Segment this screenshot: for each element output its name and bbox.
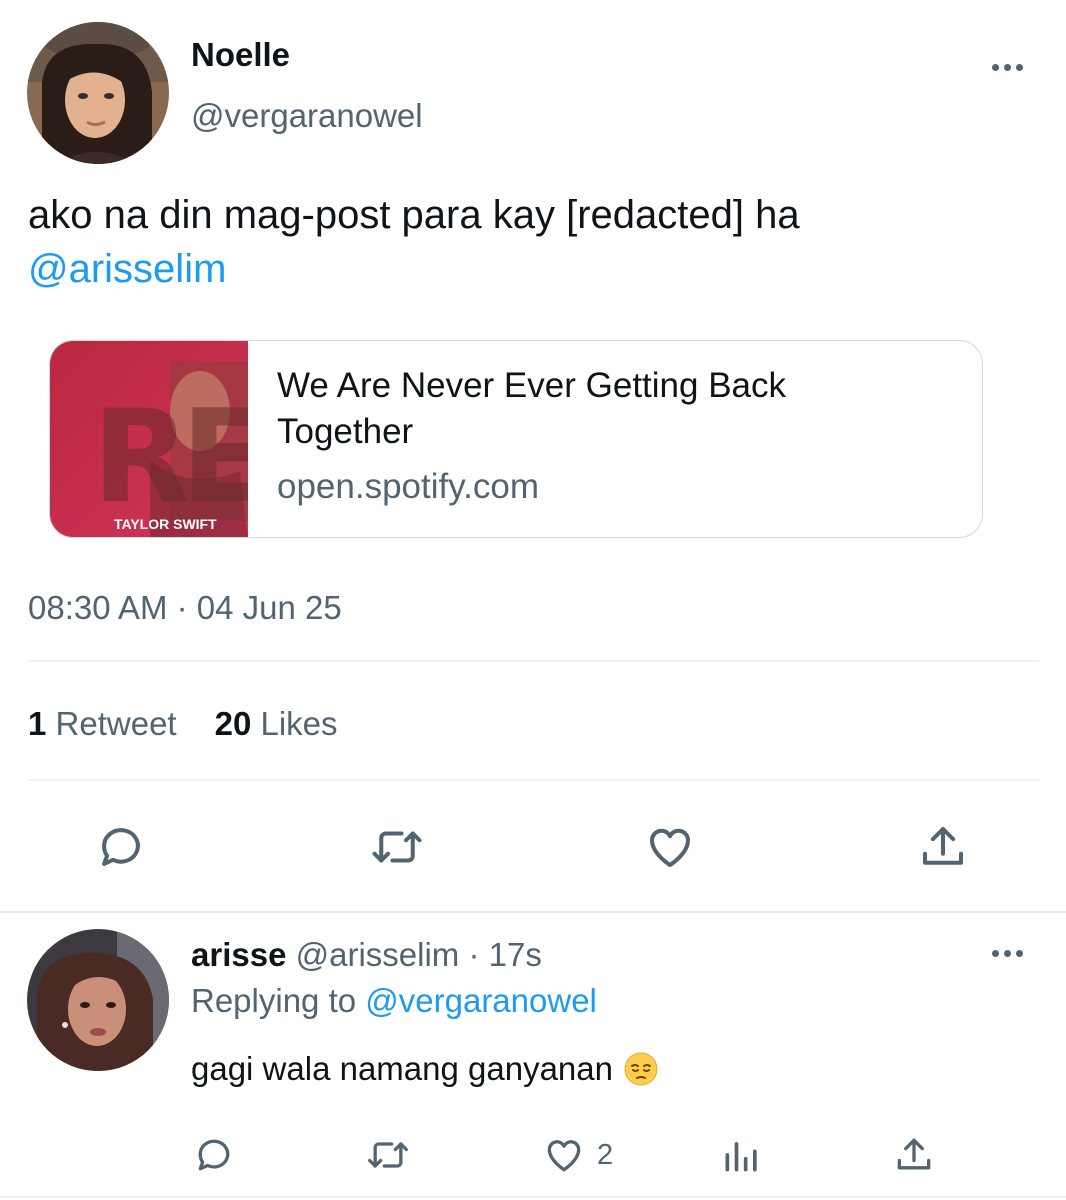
replying-to-handle[interactable]: @vergaranowel bbox=[365, 982, 597, 1019]
reply-text: gagi wala namang ganyanan bbox=[191, 1047, 659, 1091]
share-icon[interactable] bbox=[916, 820, 970, 874]
retweet-count: 1 bbox=[28, 705, 47, 742]
album-title-text: RED bbox=[92, 383, 248, 532]
tweet-mention-link[interactable]: @arisselim bbox=[28, 247, 226, 291]
like-stat[interactable]: 20 Likes bbox=[215, 702, 338, 746]
divider bbox=[0, 911, 1066, 913]
reply-time: · 17s bbox=[459, 936, 542, 973]
replying-to-label: Replying to bbox=[191, 982, 366, 1019]
reply-header: arisse @arisselim · 17s bbox=[191, 934, 542, 976]
link-card-domain: open.spotify.com bbox=[277, 467, 539, 506]
tweet-text: ako na din mag-post para kay [redacted] … bbox=[28, 188, 1038, 296]
dot bbox=[992, 950, 999, 957]
reply-author-avatar[interactable] bbox=[27, 929, 169, 1071]
divider bbox=[27, 779, 1039, 781]
dot bbox=[1016, 950, 1023, 957]
author-handle[interactable]: @vergaranowel bbox=[191, 96, 423, 136]
author-avatar[interactable] bbox=[27, 22, 169, 164]
reply-like-count: 2 bbox=[597, 1138, 614, 1171]
like-icon[interactable] bbox=[642, 820, 698, 874]
dot bbox=[992, 64, 999, 71]
reply-icon[interactable] bbox=[94, 820, 148, 874]
dot bbox=[1004, 64, 1011, 71]
pensive-face-emoji bbox=[624, 1052, 658, 1086]
divider bbox=[27, 660, 1039, 662]
engagement-stats: 1 Retweet 20 Likes bbox=[28, 702, 338, 746]
reply-more-options-icon[interactable] bbox=[992, 950, 1023, 957]
reply-reply-icon[interactable] bbox=[192, 1133, 236, 1177]
like-count: 20 bbox=[214, 705, 252, 742]
like-icon bbox=[547, 1140, 581, 1172]
link-card-title: We Are Never Ever Getting Back Together bbox=[277, 366, 787, 451]
album-thumbnail: RED TAYLOR SWIFT bbox=[50, 341, 368, 537]
retweet-icon[interactable] bbox=[367, 820, 427, 874]
link-card[interactable]: RED TAYLOR SWIFT We Are Never Ever Getti… bbox=[49, 340, 983, 538]
replying-to: Replying to @vergaranowel bbox=[191, 980, 597, 1022]
tweet-timestamp[interactable]: 08:30 AM · 04 Jun 25 bbox=[28, 587, 342, 629]
dot bbox=[1016, 64, 1023, 71]
retweet-stat[interactable]: 1 Retweet bbox=[28, 702, 177, 746]
dot bbox=[1004, 950, 1011, 957]
like-label: Likes bbox=[260, 705, 338, 742]
reply-author-handle[interactable]: @arisselim bbox=[296, 936, 460, 973]
album-artist-text: TAYLOR SWIFT bbox=[114, 516, 217, 532]
more-options-icon[interactable] bbox=[992, 64, 1023, 71]
divider bbox=[0, 1196, 1066, 1198]
retweet-label: Retweet bbox=[55, 705, 177, 742]
reply-like-button[interactable]: 2 bbox=[541, 1133, 613, 1177]
analytics-icon[interactable] bbox=[720, 1133, 764, 1177]
reply-author-name[interactable]: arisse bbox=[191, 936, 286, 973]
tweet-body: ako na din mag-post para kay [redacted] … bbox=[28, 193, 800, 237]
reply-share-icon[interactable] bbox=[892, 1133, 936, 1177]
reply-body: gagi wala namang ganyanan bbox=[191, 1050, 613, 1087]
author-name[interactable]: Noelle bbox=[191, 35, 290, 75]
reply-retweet-icon[interactable] bbox=[363, 1133, 413, 1177]
